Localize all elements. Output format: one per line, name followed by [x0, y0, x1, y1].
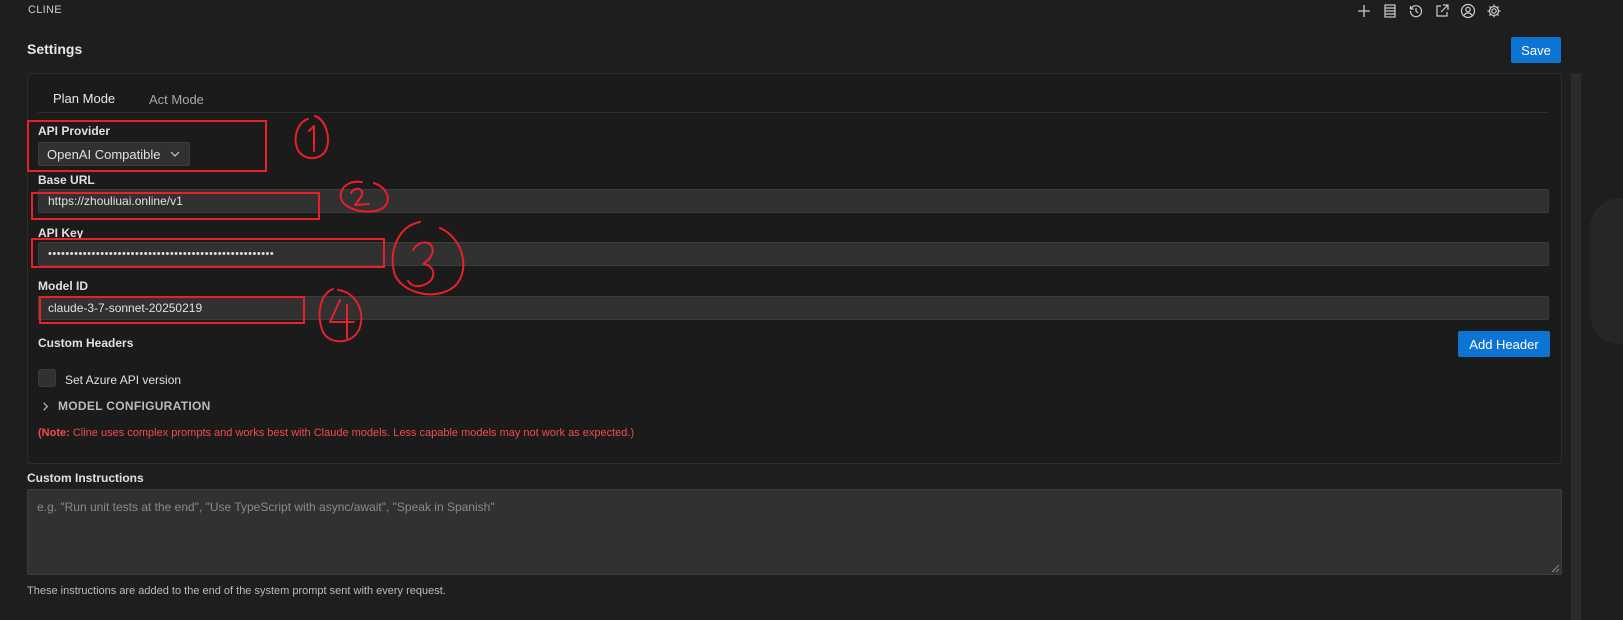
annotation-numbers [294, 115, 465, 343]
annotation-number-4 [318, 288, 363, 343]
annotation-number-1 [294, 115, 329, 159]
annotation-number-2 [339, 180, 389, 213]
